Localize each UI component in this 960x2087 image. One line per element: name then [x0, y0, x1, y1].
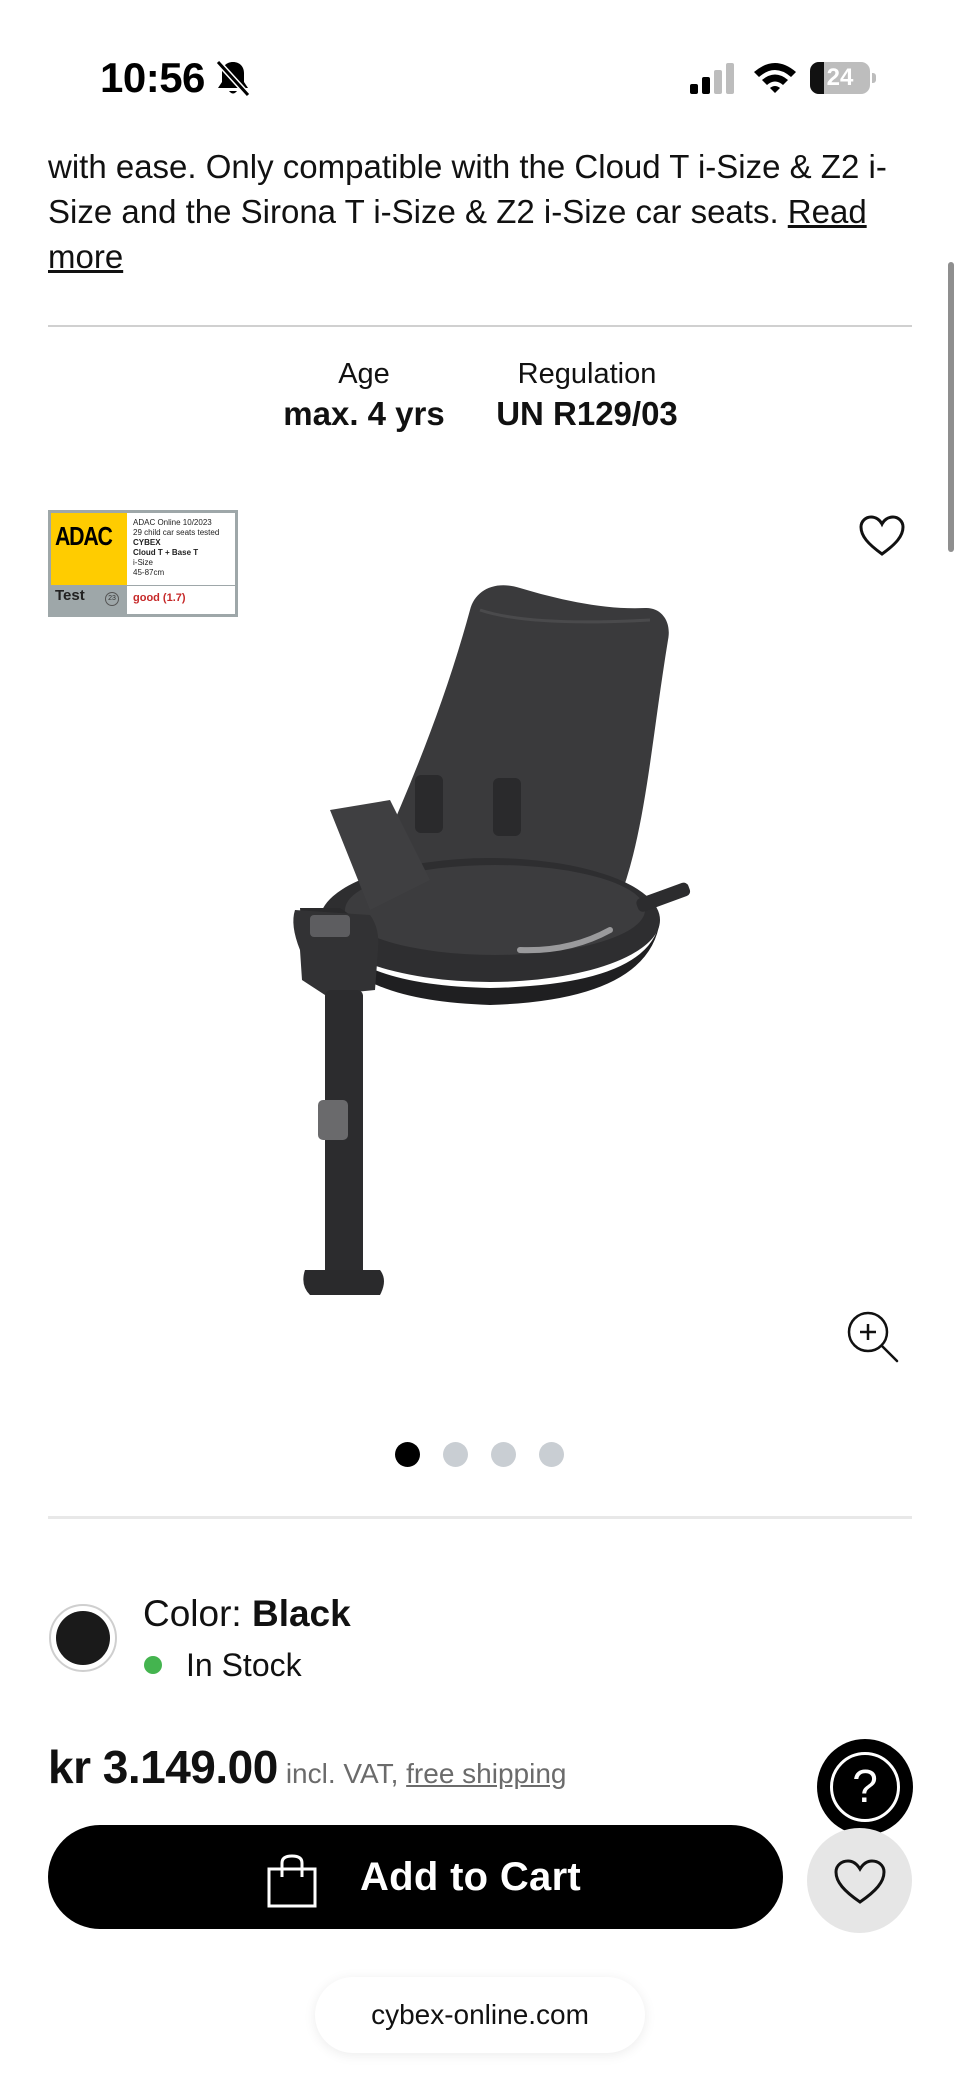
wishlist-button[interactable] — [807, 1828, 912, 1933]
gallery-dot[interactable] — [395, 1442, 420, 1467]
adac-info: ADAC Online 10/2023 29 child car seats t… — [133, 518, 220, 577]
product-description: with ease. Only compatible with the Clou… — [48, 144, 918, 279]
spec-regulation: Regulation UN R129/03 — [480, 356, 694, 436]
adac-test-badge: ADAC Test 23 ADAC Online 10/2023 29 chil… — [48, 510, 238, 617]
status-bar: 10:56 24 — [0, 0, 960, 130]
stock-status-dot — [144, 1656, 162, 1674]
wifi-icon — [754, 63, 796, 93]
battery-indicator: 24 — [810, 62, 876, 94]
spec-value: max. 4 yrs — [283, 395, 445, 432]
vat-note: incl. VAT, — [285, 1758, 407, 1789]
adac-grade: good (1.7) — [133, 592, 186, 604]
free-shipping-link[interactable]: free shipping — [406, 1758, 566, 1789]
spec-label: Age — [338, 358, 390, 390]
color-selection: Color: Black — [143, 1592, 351, 1636]
spec-value: UN R129/03 — [496, 395, 678, 432]
browser-url-bar[interactable]: cybex-online.com — [315, 1977, 645, 2053]
bell-slash-icon — [215, 59, 251, 98]
divider — [48, 325, 912, 327]
adac-seal-icon: 23 — [105, 592, 119, 606]
gallery-dot[interactable] — [443, 1442, 468, 1467]
color-label: Color: — [143, 1593, 252, 1634]
add-to-cart-label: Add to Cart — [360, 1855, 582, 1899]
heart-icon[interactable] — [858, 514, 906, 558]
product-image[interactable] — [280, 580, 710, 1310]
adac-logo: ADAC — [55, 521, 113, 551]
scrollbar[interactable] — [948, 262, 954, 552]
color-swatch[interactable] — [49, 1604, 117, 1672]
divider — [48, 1516, 912, 1519]
zoom-icon[interactable] — [846, 1310, 900, 1364]
gallery-dot[interactable] — [491, 1442, 516, 1467]
price: kr 3.149.00 — [48, 1741, 278, 1793]
spec-age: Age max. 4 yrs — [272, 356, 456, 436]
shopping-bag-icon — [267, 1854, 317, 1908]
gallery-dot[interactable] — [539, 1442, 564, 1467]
help-button[interactable]: ? — [817, 1739, 913, 1835]
add-to-cart-button[interactable]: Add to Cart — [48, 1825, 783, 1929]
battery-level: 24 — [826, 64, 854, 91]
status-time: 10:56 — [100, 54, 205, 101]
description-text: with ease. Only compatible with the Clou… — [48, 148, 887, 230]
spec-label: Regulation — [517, 358, 657, 390]
question-icon: ? — [830, 1752, 900, 1822]
cellular-signal-icon — [690, 63, 734, 94]
price-line: kr 3.149.00 incl. VAT, free shipping — [48, 1740, 567, 1794]
heart-icon — [834, 1859, 886, 1904]
adac-test-label: Test — [55, 587, 85, 604]
color-value: Black — [251, 1593, 351, 1634]
stock-status: In Stock — [186, 1647, 302, 1683]
